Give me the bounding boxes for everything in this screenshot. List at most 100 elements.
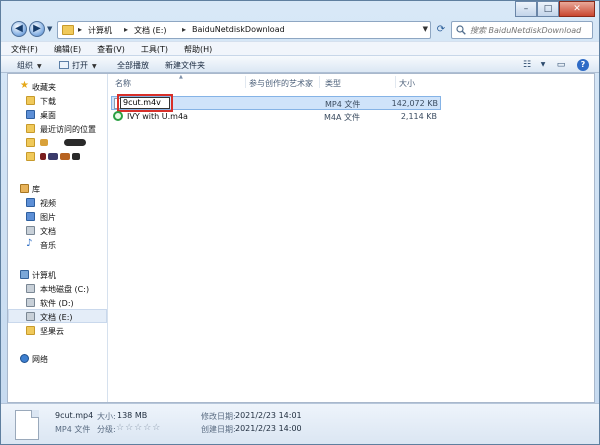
nav-label: 桌面 <box>40 111 56 120</box>
breadcrumb-computer[interactable]: 计算机 <box>88 25 112 36</box>
nav-label: 计算机 <box>32 271 56 280</box>
redacted-label <box>40 153 46 160</box>
nav-computer[interactable]: 计算机 <box>8 268 107 282</box>
breadcrumb-drive-e[interactable]: 文档 (E:) <box>134 25 167 36</box>
column-divider[interactable] <box>395 76 396 88</box>
redacted-label <box>48 153 58 160</box>
title-bar: ◀ ▶ ▼ ▸ 计算机 ▸ 文档 (E:) ▸ BaiduNetdiskDown… <box>1 1 599 41</box>
details-modified-label: 修改日期: <box>201 412 236 421</box>
details-size-label: 大小: <box>97 412 116 421</box>
address-history-dropdown[interactable]: ▼ <box>423 25 428 33</box>
details-created-label: 创建日期: <box>201 425 236 434</box>
file-thumbnail <box>15 410 39 440</box>
new-folder-button[interactable]: 新建文件夹 <box>165 60 205 71</box>
chevron-down-icon[interactable]: ▼ <box>535 59 551 71</box>
breadcrumb-baidunetdiskdownload[interactable]: BaiduNetdiskDownload <box>192 25 285 34</box>
open-icon <box>59 61 69 69</box>
nav-label: 网络 <box>32 355 48 364</box>
open-label: 打开 <box>72 61 88 70</box>
menu-file[interactable]: 文件(F) <box>1 42 44 55</box>
file-row[interactable]: 9cut.m4v MP4 文件 142,072 KB <box>111 94 441 112</box>
close-button[interactable]: ✕ <box>559 1 595 17</box>
nav-nutstore[interactable]: 坚果云 <box>8 324 107 338</box>
file-row[interactable]: IVY with U.m4a M4A 文件 2,114 KB <box>111 110 441 124</box>
drive-icon <box>26 284 35 293</box>
audio-file-icon <box>113 111 123 121</box>
chevron-down-icon: ▼ <box>37 63 42 70</box>
nutstore-icon <box>26 326 35 335</box>
nav-label: 图片 <box>40 213 56 222</box>
nav-documents[interactable]: 文档 <box>8 224 107 238</box>
nav-label: 库 <box>32 185 40 194</box>
nav-videos[interactable]: 视频 <box>8 196 107 210</box>
back-button[interactable]: ◀ <box>11 21 27 37</box>
folder-icon <box>26 152 35 161</box>
details-pane: 9cut.mp4 大小: 138 MB MP4 文件 分级: ☆☆☆☆☆ 修改日… <box>1 403 599 444</box>
chevron-down-icon: ▼ <box>92 63 97 70</box>
redacted-label <box>40 139 48 146</box>
column-header-size[interactable]: 大小 <box>399 78 415 89</box>
redacted-label <box>60 153 70 160</box>
nav-redacted-favorite-2[interactable] <box>8 150 107 164</box>
nav-libraries[interactable]: 库 <box>8 182 107 196</box>
nav-favorites[interactable]: ★ 收藏夹 <box>8 80 107 94</box>
rating-stars-icon[interactable]: ☆☆☆☆☆ <box>116 423 161 433</box>
network-icon <box>20 354 29 363</box>
nav-label: 文档 <box>40 227 56 236</box>
menu-help[interactable]: 帮助(H) <box>174 42 218 55</box>
sort-ascending-icon: ▲ <box>179 74 183 80</box>
explorer-window: ◀ ▶ ▼ ▸ 计算机 ▸ 文档 (E:) ▸ BaiduNetdiskDown… <box>0 0 600 445</box>
file-type: M4A 文件 <box>324 113 361 122</box>
column-header-type[interactable]: 类型 <box>325 78 341 89</box>
forward-button[interactable]: ▶ <box>29 21 45 37</box>
open-button[interactable]: 打开 ▼ <box>59 60 97 71</box>
help-icon[interactable]: ? <box>577 59 589 71</box>
file-type: MP4 文件 <box>325 100 361 109</box>
menu-tools[interactable]: 工具(T) <box>131 42 174 55</box>
details-modified-value[interactable]: 2021/2/23 14:01 <box>235 411 302 420</box>
window-controls: – □ ✕ <box>515 1 595 17</box>
recent-pages-dropdown[interactable]: ▼ <box>47 25 52 33</box>
breadcrumb-separator[interactable]: ▸ <box>78 25 82 34</box>
column-header-artist[interactable]: 参与创作的艺术家 <box>249 78 313 89</box>
play-all-button[interactable]: 全部播放 <box>117 60 149 71</box>
details-created-value[interactable]: 2021/2/23 14:00 <box>235 424 302 433</box>
menu-edit[interactable]: 编辑(E) <box>44 42 87 55</box>
nav-desktop[interactable]: 桌面 <box>8 108 107 122</box>
search-icon <box>456 25 466 35</box>
menu-view[interactable]: 查看(V) <box>87 42 131 55</box>
breadcrumb-separator[interactable]: ▸ <box>182 25 186 34</box>
download-folder-icon <box>26 96 35 105</box>
breadcrumb-separator[interactable]: ▸ <box>124 25 128 34</box>
refresh-button[interactable]: ⟳ <box>433 21 449 39</box>
redacted-label <box>72 153 80 160</box>
search-input[interactable] <box>470 24 588 37</box>
desktop-icon <box>26 110 35 119</box>
address-bar[interactable]: ▸ 计算机 ▸ 文档 (E:) ▸ BaiduNetdiskDownload ▼ <box>57 21 431 39</box>
column-header-name[interactable]: 名称 <box>115 78 131 89</box>
nav-music[interactable]: ♪ 音乐 <box>8 238 107 252</box>
minimize-button[interactable]: – <box>515 1 537 17</box>
nav-drive-e[interactable]: 文档 (E:) <box>8 309 107 323</box>
nav-network[interactable]: 网络 <box>8 352 107 366</box>
nav-label: 下载 <box>40 97 56 106</box>
search-box[interactable] <box>451 21 593 39</box>
column-divider[interactable] <box>245 76 246 88</box>
nav-pictures[interactable]: 图片 <box>8 210 107 224</box>
content-frame: ★ 收藏夹 下载 桌面 最近访问的位置 库 视频 图片 文档 ♪ 音乐 计算机 … <box>7 73 595 403</box>
nav-label: 本地磁盘 (C:) <box>40 285 90 294</box>
drive-icon <box>26 312 35 321</box>
command-bar: 组织 ▼ 打开 ▼ 全部播放 新建文件夹 ☷ ▼ ▭ ? <box>1 55 599 73</box>
file-size: 142,072 KB <box>391 99 438 108</box>
maximize-button[interactable]: □ <box>537 1 559 17</box>
organize-button[interactable]: 组织 ▼ <box>17 60 42 71</box>
preview-pane-icon[interactable]: ▭ <box>553 59 569 71</box>
view-options-icon[interactable]: ☷ <box>519 59 535 71</box>
nav-recent-places[interactable]: 最近访问的位置 <box>8 122 107 136</box>
nav-downloads[interactable]: 下载 <box>8 94 107 108</box>
nav-drive-d[interactable]: 软件 (D:) <box>8 296 107 310</box>
menu-bar: 文件(F) 编辑(E) 查看(V) 工具(T) 帮助(H) <box>1 41 599 55</box>
nav-redacted-favorite-1[interactable] <box>8 136 107 150</box>
nav-drive-c[interactable]: 本地磁盘 (C:) <box>8 282 107 296</box>
column-divider[interactable] <box>319 76 320 88</box>
